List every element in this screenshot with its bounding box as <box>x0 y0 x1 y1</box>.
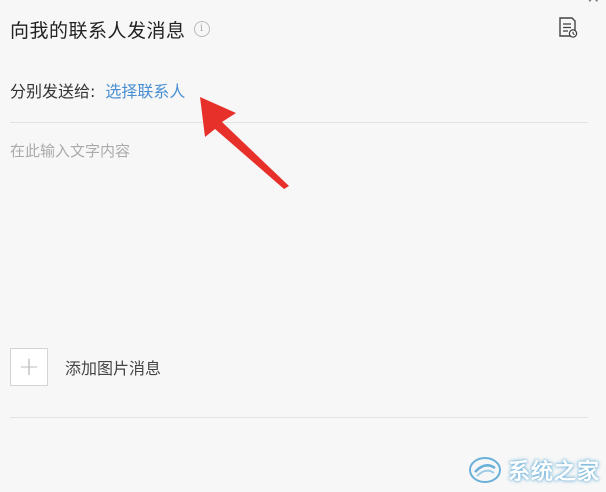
add-image-message[interactable]: + 添加图片消息 <box>10 348 161 386</box>
divider-top <box>10 122 588 123</box>
select-contacts-link[interactable]: 选择联系人 <box>105 78 185 102</box>
watermark-text: 系统之家 <box>507 460 600 485</box>
close-icon[interactable]: ✕ <box>587 0 600 7</box>
watermark: 系统之家 <box>468 454 600 486</box>
recipient-row: 分别发送给: 选择联系人 <box>10 78 185 102</box>
divider-bottom <box>10 417 588 418</box>
info-icon[interactable]: i <box>193 21 210 37</box>
message-input[interactable] <box>10 140 588 320</box>
note-list-icon[interactable] <box>557 16 579 40</box>
dialog-header: 向我的联系人发消息 i <box>10 12 210 46</box>
message-dialog: 向我的联系人发消息 i ✕ 分别发送给: 选择联系人 + 添加图片消息 系统之家 <box>0 0 606 492</box>
plus-icon[interactable]: + <box>10 348 48 386</box>
watermark-logo-icon <box>468 457 501 483</box>
recipient-label: 分别发送给: <box>10 82 96 101</box>
add-image-label: 添加图片消息 <box>65 359 162 378</box>
dialog-title: 向我的联系人发消息 <box>10 19 186 42</box>
